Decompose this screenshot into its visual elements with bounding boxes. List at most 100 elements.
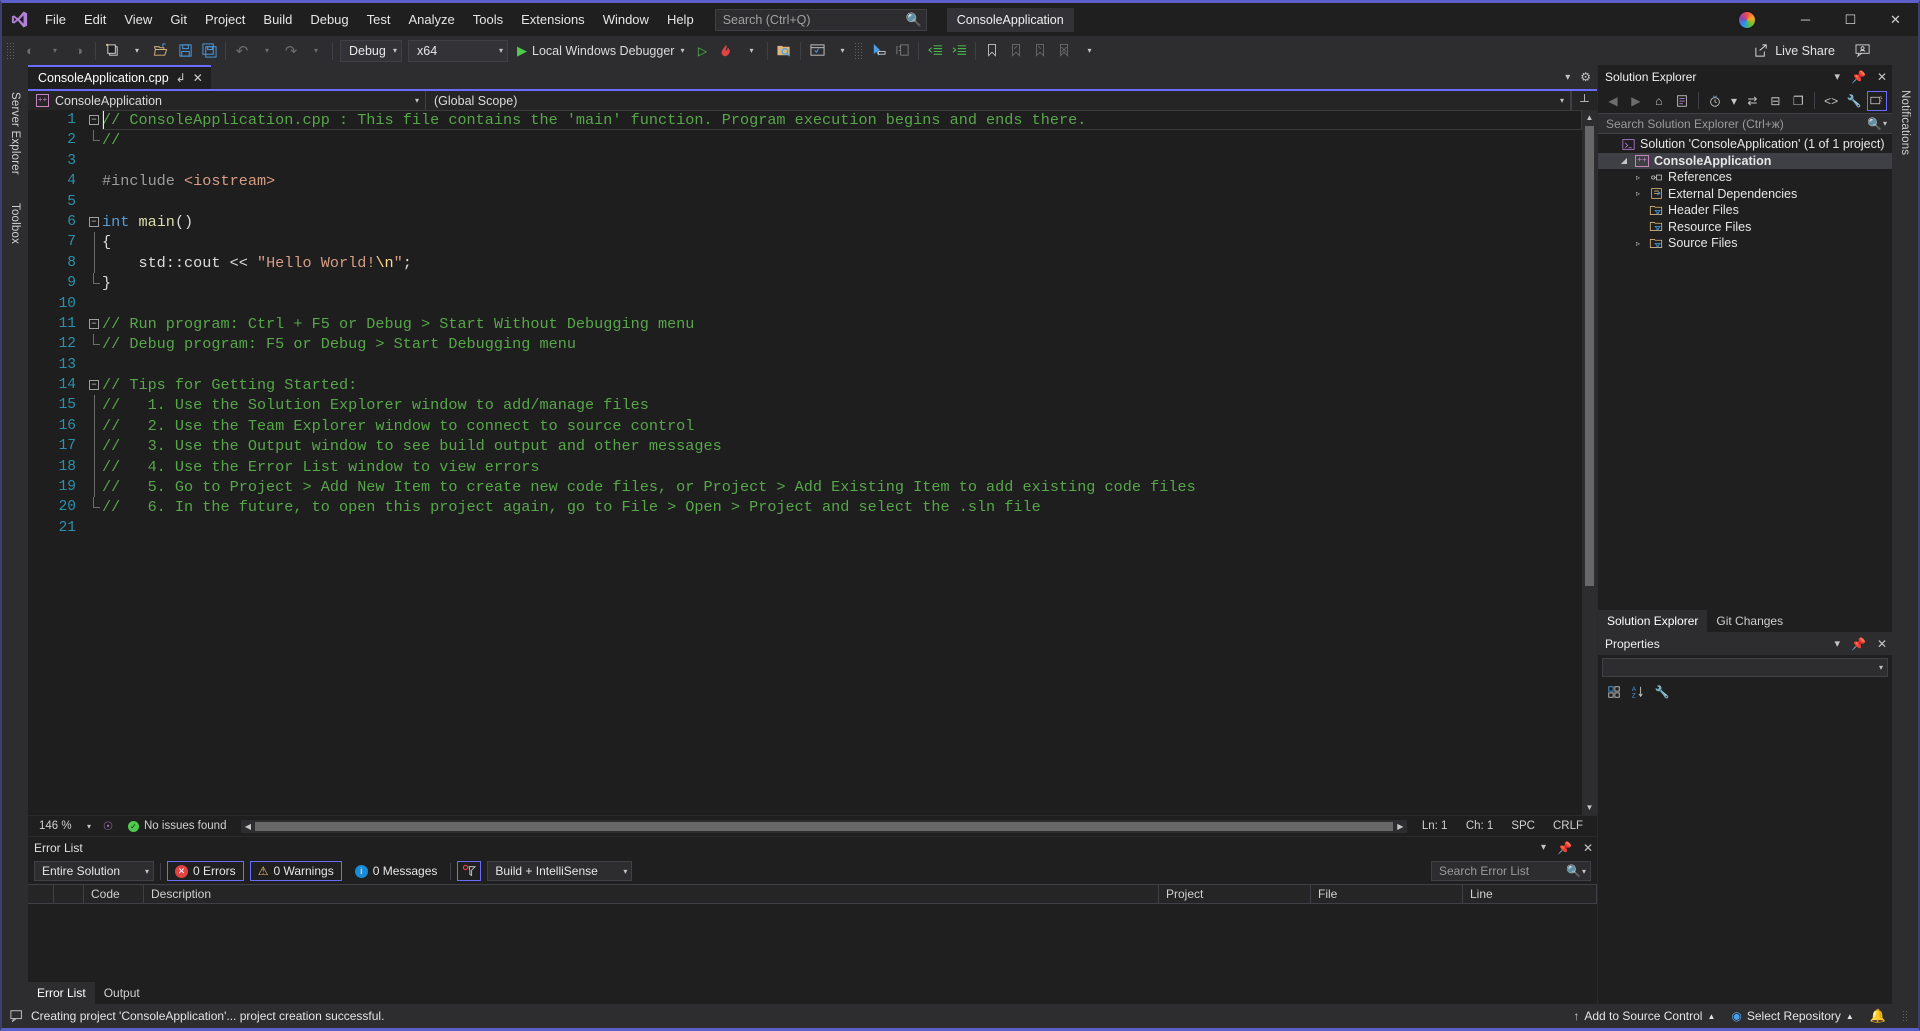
code-line[interactable]: 15// 1. Use the Solution Explorer window… <box>42 395 1582 415</box>
new-item-icon[interactable] <box>100 39 124 63</box>
preview-selected-items-icon[interactable] <box>1867 91 1887 111</box>
home-icon[interactable]: ⌂ <box>1649 91 1669 111</box>
tree-item-resource-files[interactable]: Resource Files <box>1598 219 1892 236</box>
menu-git[interactable]: Git <box>161 3 196 36</box>
error-list-chevron-down-icon[interactable]: ▾ <box>1541 842 1546 853</box>
code-line[interactable]: 4#include <iostream> <box>42 171 1582 191</box>
fold-margin[interactable]: − <box>86 314 102 334</box>
menu-debug[interactable]: Debug <box>301 3 357 36</box>
expander-triangle-icon[interactable]: ▹ <box>1632 189 1644 198</box>
fold-margin[interactable]: − <box>86 375 102 395</box>
scroll-right-arrow-icon[interactable]: ▶ <box>1394 820 1407 833</box>
code-line[interactable]: 19// 5. Go to Project > Add New Item to … <box>42 477 1582 497</box>
split-editor-icon[interactable]: ┴ <box>1571 91 1597 110</box>
clear-bookmarks-icon[interactable] <box>1052 39 1076 63</box>
editor-hscrollbar-thumb[interactable] <box>255 822 1392 831</box>
decrease-indent-icon[interactable] <box>923 39 947 63</box>
editor-scrollbar-thumb[interactable] <box>1585 126 1594 586</box>
maximize-button[interactable]: ☐ <box>1828 3 1873 36</box>
toolbar-grip-2[interactable] <box>854 42 863 60</box>
solution-explorer-window-icon[interactable] <box>805 39 829 63</box>
filter-button[interactable] <box>457 861 481 881</box>
redo-dropdown-icon[interactable]: ▾ <box>304 39 328 63</box>
code-line[interactable]: 14−// Tips for Getting Started: <box>42 375 1582 395</box>
rail-tab-toolbox[interactable]: Toolbox <box>7 198 23 249</box>
menu-project[interactable]: Project <box>196 3 254 36</box>
menu-window[interactable]: Window <box>594 3 658 36</box>
code-line[interactable]: 20// 6. In the future, to open this proj… <box>42 497 1582 517</box>
tree-item-consoleapplication[interactable]: ◢++ConsoleApplication <box>1598 153 1892 170</box>
code-line[interactable]: 5 <box>42 192 1582 212</box>
error-list-col-icon[interactable] <box>54 884 84 904</box>
navbar-scope-combo[interactable]: (Global Scope) ▾ <box>426 91 1571 110</box>
solution-explorer-chevron-down-icon[interactable]: ▾ <box>1834 70 1840 83</box>
notifications-button[interactable]: 🔔 <box>1870 1008 1886 1024</box>
save-all-icon[interactable] <box>197 39 221 63</box>
pending-changes-filter-icon[interactable] <box>1705 91 1725 111</box>
code-line[interactable]: 6−int main() <box>42 212 1582 232</box>
collapse-expand-icon[interactable]: ⇄ <box>1742 91 1762 111</box>
menu-view[interactable]: View <box>115 3 161 36</box>
error-list-col-blank[interactable] <box>28 884 54 904</box>
fold-margin[interactable] <box>86 253 102 273</box>
bottom-tab-error-list[interactable]: Error List <box>28 982 95 1004</box>
navigate-back-dropdown-icon[interactable]: ▾ <box>43 39 67 63</box>
editor-zoom-combo[interactable]: 146 % ▾ <box>34 817 94 836</box>
collapse-region-icon[interactable]: − <box>89 115 99 125</box>
scroll-down-arrow-icon[interactable]: ▼ <box>1582 800 1597 815</box>
error-list-col-line[interactable]: Line <box>1463 884 1597 904</box>
code-line[interactable]: 21 <box>42 518 1582 538</box>
error-list-rows[interactable] <box>28 904 1597 982</box>
error-scope-combo[interactable]: Entire Solution ▾ <box>34 861 154 881</box>
editor-vertical-scrollbar[interactable]: ▲ ▼ <box>1582 110 1597 815</box>
menu-build[interactable]: Build <box>254 3 301 36</box>
code-line[interactable]: 7{ <box>42 232 1582 252</box>
fold-margin[interactable] <box>86 334 102 345</box>
scroll-left-arrow-icon[interactable]: ◀ <box>241 820 254 833</box>
properties-chevron-down-icon[interactable]: ▾ <box>1834 637 1840 650</box>
code-line[interactable]: 9} <box>42 273 1582 293</box>
menu-extensions[interactable]: Extensions <box>512 3 594 36</box>
categorized-icon[interactable] <box>1604 682 1624 702</box>
collapse-region-icon[interactable]: − <box>89 319 99 329</box>
solution-configuration-combo[interactable]: Debug ▾ <box>340 40 402 62</box>
intellicode-icon[interactable]: ☉ <box>97 819 119 833</box>
code-line[interactable]: 13 <box>42 355 1582 375</box>
fold-margin[interactable]: − <box>86 212 102 232</box>
start-debugging-dropdown-icon[interactable]: ▾ <box>680 46 684 55</box>
code-lines[interactable]: 1−// ConsoleApplication.cpp : This file … <box>42 110 1582 815</box>
fold-margin[interactable] <box>86 232 102 252</box>
window-layout-dropdown-icon[interactable]: ▾ <box>830 39 854 63</box>
editor-settings-gear-icon[interactable]: ⚙ <box>1580 70 1591 84</box>
menu-edit[interactable]: Edit <box>75 3 115 36</box>
navigate-back-icon[interactable]: ◐ <box>18 39 42 63</box>
warnings-toggle-button[interactable]: ⚠ 0 Warnings <box>250 861 342 881</box>
fold-margin[interactable] <box>86 457 102 477</box>
scroll-up-arrow-icon[interactable]: ▲ <box>1582 110 1597 125</box>
solution-tree[interactable]: Solution 'ConsoleApplication' (1 of 1 pr… <box>1598 134 1892 252</box>
errors-toggle-button[interactable]: ✕ 0 Errors <box>167 861 244 881</box>
menu-analyze[interactable]: Analyze <box>399 3 463 36</box>
rail-tab-notifications[interactable]: Notifications <box>1897 85 1913 160</box>
toggle-bookmark-icon[interactable] <box>980 39 1004 63</box>
hot-reload-dropdown-icon[interactable]: ▾ <box>739 39 763 63</box>
pin-icon[interactable]: ↲ <box>176 71 186 85</box>
menu-tools[interactable]: Tools <box>464 3 512 36</box>
live-visual-tree-icon[interactable] <box>890 39 914 63</box>
chevron-down-icon-error-search[interactable]: ▾ <box>1582 867 1586 876</box>
show-all-files-icon[interactable]: ❐ <box>1788 91 1808 111</box>
rail-tab-server-explorer[interactable]: Server Explorer <box>7 87 23 180</box>
menu-file[interactable]: File <box>36 3 75 36</box>
forward-icon[interactable]: ▶ <box>1626 91 1646 111</box>
toolbar-grip[interactable] <box>6 42 15 60</box>
build-intellisense-combo[interactable]: Build + IntelliSense ▾ <box>487 861 632 881</box>
account-avatar[interactable] <box>1737 10 1757 30</box>
increase-indent-icon[interactable] <box>947 39 971 63</box>
expander-triangle-icon[interactable]: ▹ <box>1632 239 1644 248</box>
error-list-pin-icon[interactable]: 📌 <box>1557 841 1572 855</box>
alphabetical-icon[interactable]: AZ <box>1628 682 1648 702</box>
error-list-col-code[interactable]: Code <box>84 884 144 904</box>
code-line[interactable]: 8 std::cout << "Hello World!\n"; <box>42 253 1582 273</box>
properties-wrench-icon[interactable]: 🔧 <box>1844 91 1864 111</box>
properties-object-combo[interactable]: ▾ <box>1602 658 1888 677</box>
